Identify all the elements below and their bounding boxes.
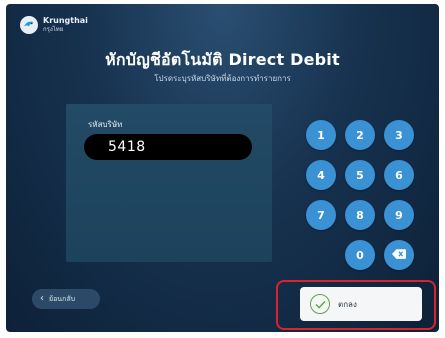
key-4[interactable]: 4 [306,160,336,190]
chevron-left-icon: ‹ [40,293,44,304]
key-3[interactable]: 3 [384,120,414,150]
brand-name-th: กรุงไทย [43,26,64,33]
company-code-panel: รหัสบริษัท 5418 [66,104,272,262]
ok-button[interactable]: ตกลง [300,287,422,321]
key-2[interactable]: 2 [345,120,375,150]
brand-name-en: Krungthai [43,16,88,25]
key-8[interactable]: 8 [345,200,375,230]
company-code-field[interactable]: 5418 [84,134,252,160]
key-1[interactable]: 1 [306,120,336,150]
key-9[interactable]: 9 [384,200,414,230]
backspace-icon [392,248,406,262]
back-label: ย้อนกลับ [49,294,76,303]
back-button[interactable]: ‹ ย้อนกลับ [32,289,100,309]
key-5[interactable]: 5 [345,160,375,190]
key-6[interactable]: 6 [384,160,414,190]
key-0[interactable]: 0 [345,240,375,270]
krungthai-logo: Krungthai กรุงไทย [20,16,88,34]
page-title: หักบัญชีอัตโนมัติ Direct Debit [105,50,340,69]
page-subtitle: โปรดระบุรหัสบริษัทที่ต้องการทำรายการ [154,74,291,83]
bird-logo-icon [20,16,38,34]
key-7[interactable]: 7 [306,200,336,230]
company-code-label: รหัสบริษัท [88,120,123,129]
backspace-button[interactable] [384,240,414,270]
check-icon [310,294,330,314]
atm-screen: Krungthai กรุงไทย หักบัญชีอัตโนมัติ Dire… [6,4,439,332]
ok-label: ตกลง [338,299,357,309]
